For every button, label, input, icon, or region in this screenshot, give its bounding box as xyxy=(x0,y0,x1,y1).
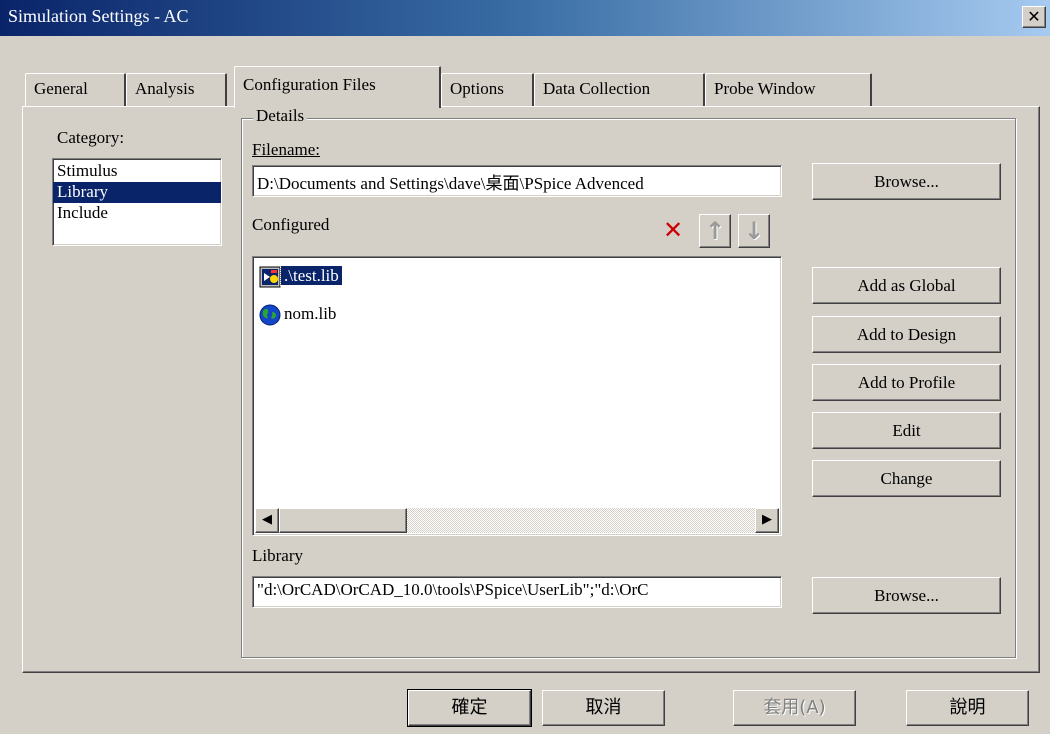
library-path-field[interactable]: "d:\OrCAD\OrCAD_10.0\tools\PSpice\UserLi… xyxy=(252,576,782,608)
apply-button[interactable]: 套用(A) xyxy=(733,690,856,726)
list-item[interactable]: nom.lib xyxy=(259,301,339,329)
tab-configuration-files[interactable]: Configuration Files xyxy=(234,66,441,108)
simulation-settings-window: Simulation Settings - AC ✕ General Analy… xyxy=(0,0,1050,734)
library-path-value: "d:\OrCAD\OrCAD_10.0\tools\PSpice\UserLi… xyxy=(257,580,649,599)
tab-label: Probe Window xyxy=(714,79,816,98)
scrollbar-thumb[interactable] xyxy=(279,508,407,533)
tab-options[interactable]: Options xyxy=(441,73,534,107)
filename-field[interactable]: D:\Documents and Settings\dave\桌面\PSpice… xyxy=(252,165,782,197)
list-item[interactable]: .\test.lib xyxy=(259,263,343,291)
scroll-right-button[interactable]: ▶ xyxy=(755,508,779,533)
add-to-design-button[interactable]: Add to Design xyxy=(812,316,1001,353)
details-group-label: Details xyxy=(253,106,308,126)
tab-probe-window[interactable]: Probe Window xyxy=(705,73,872,107)
title-bar[interactable]: Simulation Settings - AC ✕ xyxy=(0,0,1050,36)
list-item[interactable]: Include xyxy=(53,203,221,224)
filename-value: D:\Documents and Settings\dave\桌面\PSpice… xyxy=(257,174,644,193)
scroll-left-button[interactable]: ◀ xyxy=(255,508,279,533)
tab-data-collection[interactable]: Data Collection xyxy=(534,73,705,107)
move-up-arrow-icon[interactable]: ↑ xyxy=(699,214,731,248)
move-down-arrow-icon[interactable]: ↓ xyxy=(738,214,770,248)
list-item[interactable]: Library xyxy=(53,182,221,203)
delete-x-icon[interactable]: ✕ xyxy=(657,214,689,248)
tab-label: Options xyxy=(450,79,504,98)
configured-list[interactable]: .\test.lib nom.lib ◀ ▶ xyxy=(252,256,782,536)
filename-label: Filename: xyxy=(252,140,320,159)
edit-button[interactable]: Edit xyxy=(812,412,1001,449)
category-label: Category: xyxy=(57,128,125,147)
list-item[interactable]: Stimulus xyxy=(53,161,221,182)
ok-button[interactable]: 確定 xyxy=(407,689,532,727)
tab-label: Data Collection xyxy=(543,79,651,98)
tab-analysis[interactable]: Analysis xyxy=(126,73,227,107)
add-as-global-button[interactable]: Add as Global xyxy=(812,267,1001,304)
local-library-icon xyxy=(259,266,281,288)
tab-label: Analysis xyxy=(135,79,195,98)
tab-label: Configuration Files xyxy=(243,75,376,94)
change-button[interactable]: Change xyxy=(812,460,1001,497)
help-button[interactable]: 說明 xyxy=(906,690,1029,726)
add-to-profile-button[interactable]: Add to Profile xyxy=(812,364,1001,401)
library-file-name: nom.lib xyxy=(284,304,337,323)
configured-label: Configured xyxy=(252,215,330,234)
close-button[interactable]: ✕ xyxy=(1022,6,1046,28)
global-library-icon xyxy=(259,304,281,326)
browse-filename-button[interactable]: Browse... xyxy=(812,163,1001,200)
close-icon: ✕ xyxy=(1027,7,1041,26)
library-label: Library xyxy=(252,546,303,565)
tab-general[interactable]: General xyxy=(25,73,126,107)
window-title: Simulation Settings - AC xyxy=(8,6,189,26)
browse-library-button[interactable]: Browse... xyxy=(812,577,1001,614)
library-file-name: .\test.lib xyxy=(280,265,343,286)
cancel-button[interactable]: 取消 xyxy=(542,690,665,726)
tab-label: General xyxy=(34,79,88,98)
horizontal-scrollbar[interactable]: ◀ ▶ xyxy=(255,508,779,533)
category-list[interactable]: Stimulus Library Include xyxy=(52,158,222,246)
